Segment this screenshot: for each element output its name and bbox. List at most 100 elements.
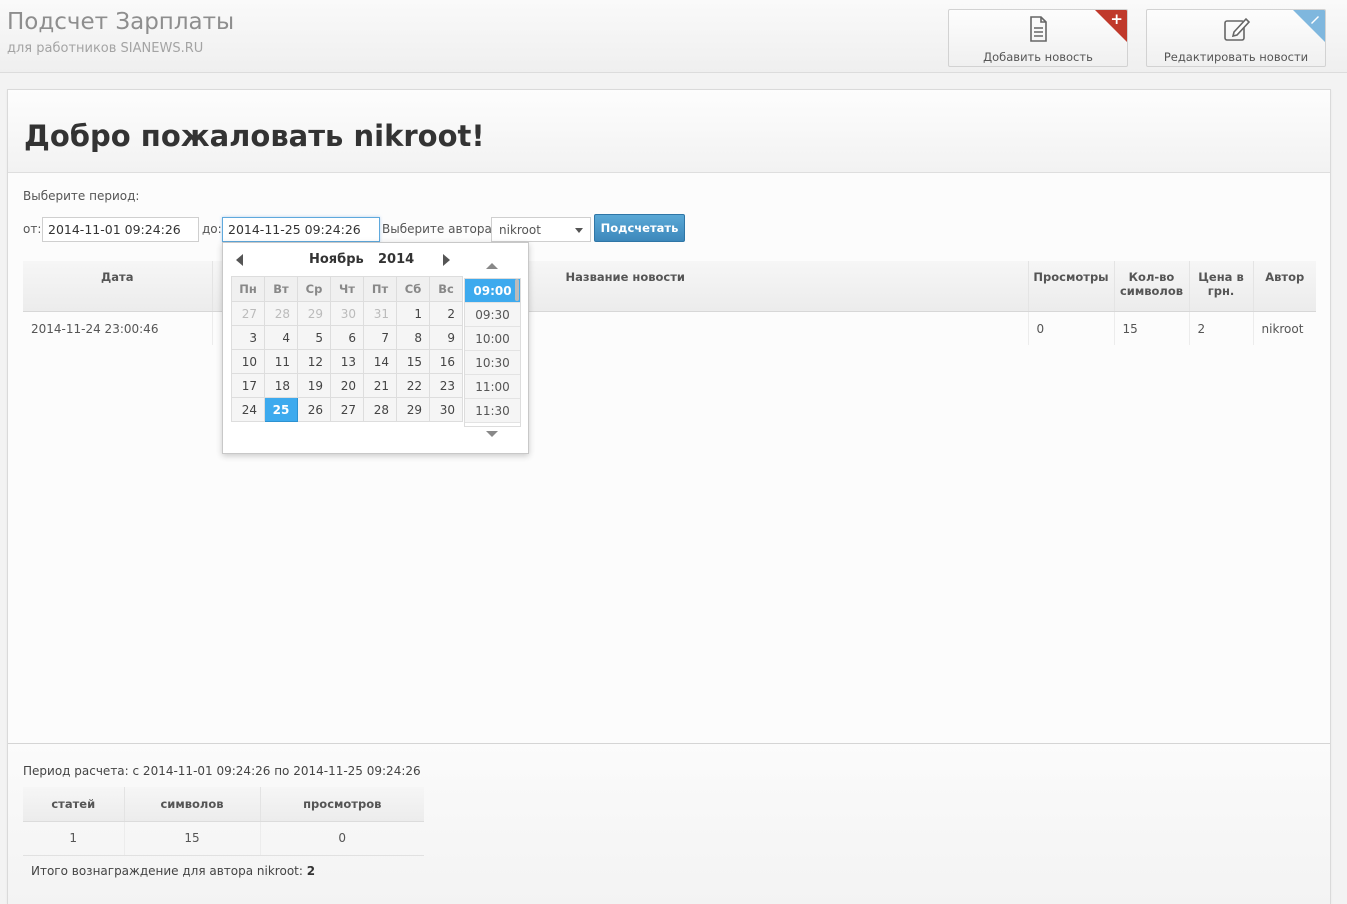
- col-views[interactable]: Просмотры: [1027, 261, 1114, 312]
- time-option[interactable]: 11:00: [465, 375, 520, 399]
- calendar-day[interactable]: 28: [363, 397, 397, 422]
- calendar-day[interactable]: 16: [429, 349, 463, 374]
- calendar-week: 10 11 12 13 14 15 16: [231, 349, 463, 374]
- col-price[interactable]: Цена в грн.: [1188, 261, 1253, 312]
- calendar-day[interactable]: 19: [297, 373, 331, 398]
- calendar-day[interactable]: 10: [231, 349, 265, 374]
- calendar-day[interactable]: 20: [330, 373, 364, 398]
- calendar-day[interactable]: 30: [330, 301, 364, 326]
- time-options: 09:00 09:30 10:00 10:30 11:00 11:30: [464, 278, 521, 427]
- chevron-down-icon: [575, 228, 583, 233]
- time-option[interactable]: 10:30: [465, 351, 520, 375]
- app-header: Подсчет Зарплаты для работников SIANEWS.…: [0, 0, 1347, 73]
- calendar-day[interactable]: 11: [264, 349, 298, 374]
- calendar-day[interactable]: 7: [363, 325, 397, 350]
- sum-articles: 1: [23, 821, 124, 856]
- calendar-day[interactable]: 12: [297, 349, 331, 374]
- col-date[interactable]: Дата: [23, 261, 212, 312]
- calendar-grid: Пн Вт Ср Чт Пт Сб Вс 27 28 29 30 31 1 2 3 4 5 6 7 8 9…: [231, 276, 463, 422]
- calendar-day[interactable]: 21: [363, 373, 397, 398]
- calendar-day[interactable]: 29: [396, 397, 430, 422]
- calendar-day[interactable]: 2: [429, 301, 463, 326]
- calendar-day[interactable]: 27: [330, 397, 364, 422]
- period-summary: Период расчета: с 2014-11-01 09:24:26 по…: [23, 764, 421, 778]
- calendar-day[interactable]: 14: [363, 349, 397, 374]
- picker-month[interactable]: Ноябрь: [309, 252, 364, 267]
- main-panel: Добро пожаловать nikroot! Выберите перио…: [7, 89, 1331, 904]
- calendar-day[interactable]: 29: [297, 301, 331, 326]
- calculate-button[interactable]: Подсчетать: [594, 214, 685, 242]
- calendar-day[interactable]: 13: [330, 349, 364, 374]
- total-reward: Итого вознаграждение для автора nikroot:…: [31, 864, 315, 878]
- calendar-day[interactable]: 18: [264, 373, 298, 398]
- summary-table: статей символов просмотров 1 15 0: [23, 787, 424, 856]
- time-down-icon[interactable]: [486, 431, 498, 437]
- sum-chars: 15: [123, 821, 260, 856]
- next-month-icon[interactable]: [443, 254, 450, 266]
- calendar-day[interactable]: 1: [396, 301, 430, 326]
- cell-price: 2: [1188, 311, 1253, 345]
- col-title[interactable]: Название новости: [524, 261, 1028, 312]
- calendar-week: 27 28 29 30 31 1 2: [231, 301, 463, 326]
- calendar-day[interactable]: 31: [363, 301, 397, 326]
- app-title: Подсчет Зарплаты: [7, 9, 235, 35]
- picker-year[interactable]: 2014: [378, 252, 414, 267]
- table-row: 2014-11-24 23:00:46 0 15 2 nikroot: [23, 311, 1316, 345]
- calendar-day[interactable]: 4: [264, 325, 298, 350]
- panel-header: Добро пожаловать nikroot!: [8, 90, 1330, 173]
- to-label: до:: [202, 222, 222, 236]
- calendar-day[interactable]: 22: [396, 373, 430, 398]
- calendar-day[interactable]: 26: [297, 397, 331, 422]
- pencil-icon: [1311, 16, 1319, 24]
- plus-icon: +: [1110, 10, 1123, 28]
- add-news-button[interactable]: Добавить новость +: [948, 9, 1128, 67]
- prev-month-icon[interactable]: [236, 254, 243, 266]
- calendar-day[interactable]: 9: [429, 325, 463, 350]
- calendar-day[interactable]: 27: [231, 301, 265, 326]
- calendar-day[interactable]: 15: [396, 349, 430, 374]
- time-option[interactable]: 11:30: [465, 399, 520, 423]
- calendar-day[interactable]: 30: [429, 397, 463, 422]
- from-label: от:: [23, 222, 42, 236]
- datetime-picker: Ноябрь 2014 Пн Вт Ср Чт Пт Сб Вс 27 28 29 3…: [222, 242, 529, 454]
- calendar-day[interactable]: 6: [330, 325, 364, 350]
- calendar-day[interactable]: 8: [396, 325, 430, 350]
- news-table: Дата Название новости Просмотры Кол-во с…: [23, 261, 1316, 345]
- edit-news-button[interactable]: Редактировать новости: [1146, 9, 1326, 67]
- calendar-day[interactable]: 23: [429, 373, 463, 398]
- document-icon: [1030, 16, 1047, 42]
- calendar-day[interactable]: 17: [231, 373, 265, 398]
- calendar-day[interactable]: 3: [231, 325, 265, 350]
- cell-views: 0: [1027, 311, 1114, 345]
- table-header-row: Дата Название новости Просмотры Кол-во с…: [23, 261, 1316, 312]
- to-date-input[interactable]: 2014-11-25 09:24:26: [222, 217, 380, 242]
- edit-icon: [1224, 17, 1251, 41]
- weekday-row: Пн Вт Ср Чт Пт Сб Вс: [231, 276, 463, 302]
- time-list: 09:00 09:30 10:00 10:30 11:00 11:30: [464, 263, 521, 449]
- add-news-label: Добавить новость: [983, 50, 1093, 64]
- sum-views: 0: [259, 821, 424, 856]
- time-scrollbar[interactable]: [515, 279, 519, 301]
- calendar-week: 17 18 19 20 21 22 23: [231, 373, 463, 398]
- from-date-input[interactable]: 2014-11-01 09:24:26: [42, 217, 199, 242]
- sum-col-articles: статей: [23, 787, 124, 822]
- welcome-heading: Добро пожаловать nikroot!: [24, 119, 485, 153]
- time-option[interactable]: 09:00: [465, 279, 520, 303]
- calendar-day[interactable]: 5: [297, 325, 331, 350]
- calendar-day[interactable]: 28: [264, 301, 298, 326]
- summary-header-row: статей символов просмотров: [23, 787, 424, 822]
- calendar-day[interactable]: 24: [231, 397, 265, 422]
- summary-row: 1 15 0: [23, 821, 424, 856]
- col-chars[interactable]: Кол-во символов: [1113, 261, 1189, 312]
- time-up-icon[interactable]: [486, 263, 498, 269]
- time-option[interactable]: 10:00: [465, 327, 520, 351]
- sum-col-chars: символов: [123, 787, 260, 822]
- sum-col-views: просмотров: [259, 787, 424, 822]
- author-select[interactable]: nikroot: [491, 217, 591, 242]
- calendar-day[interactable]: 25: [264, 397, 298, 422]
- col-author[interactable]: Автор: [1252, 261, 1316, 312]
- time-option[interactable]: 09:30: [465, 303, 520, 327]
- author-select-value: nikroot: [499, 223, 541, 237]
- cell-title: [524, 311, 1028, 345]
- edit-news-label: Редактировать новости: [1163, 50, 1309, 64]
